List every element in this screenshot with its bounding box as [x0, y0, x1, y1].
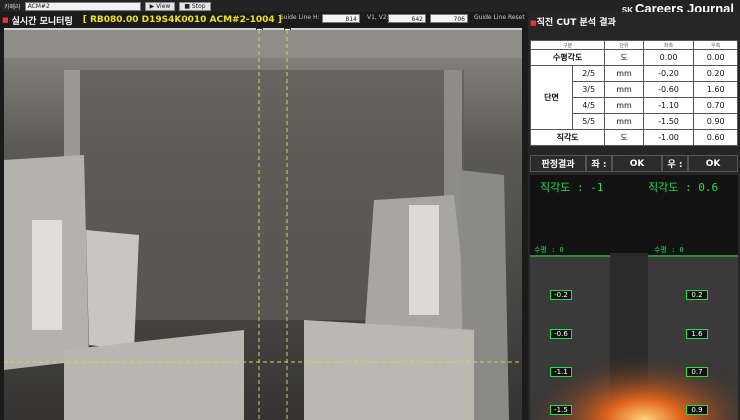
- header-left: 좌측: [642, 40, 695, 50]
- row-sub: 5/5: [571, 113, 606, 130]
- row-group: 수평각도: [529, 49, 606, 66]
- judgement-right-label: 우 :: [662, 155, 688, 172]
- h-input[interactable]: 814: [322, 14, 360, 23]
- row-right: 1.60: [693, 81, 738, 98]
- bullet-icon: ■: [2, 16, 9, 24]
- row-left: 0.00: [642, 49, 695, 66]
- row-unit: 도: [604, 49, 644, 66]
- row-sub: 2/5: [571, 65, 606, 82]
- row-left: -0.60: [642, 81, 695, 98]
- left-tag: -1.5: [550, 405, 572, 415]
- row-left: -1.00: [642, 129, 695, 146]
- table-row: 단면 2/5 mm -0.20 0.20: [530, 65, 738, 130]
- row-group: 직각도: [529, 129, 606, 146]
- row-left: -1.50: [642, 113, 695, 130]
- row-sub: 3/5: [571, 81, 606, 98]
- camera-select[interactable]: ACM#2: [24, 1, 141, 11]
- header-unit: 단위: [604, 40, 644, 50]
- view-button[interactable]: ▶ View: [144, 1, 176, 11]
- left-angle-readout: 직각도 : -1: [540, 181, 604, 194]
- monitor-title: 실시간 모니터링: [11, 16, 73, 27]
- row-left: -1.10: [642, 97, 695, 114]
- left-tag: -0.2: [550, 290, 572, 300]
- row-unit: 도: [604, 129, 644, 146]
- table-header: 구분 단위 좌측 우측: [529, 40, 738, 50]
- row-right: 0.60: [693, 129, 738, 146]
- v1-input[interactable]: 642: [388, 14, 426, 23]
- guide-reset-button[interactable]: Guide Line Reset: [474, 14, 525, 21]
- judgement-bar: 판정결과 좌 : OK 우 : OK: [530, 155, 738, 172]
- camera-scene: [4, 30, 522, 420]
- v-label: V1, V2:: [367, 14, 389, 21]
- row-group: 단면: [530, 65, 573, 130]
- right-tag: 1.6: [686, 329, 708, 339]
- row-left: -0.20: [642, 65, 695, 82]
- row-unit: mm: [604, 113, 644, 130]
- camera-feed[interactable]: [4, 30, 522, 420]
- judgement-label: 판정결과: [530, 155, 586, 172]
- row-unit: mm: [604, 65, 644, 82]
- header-right: 우측: [693, 40, 738, 50]
- judgement-left-label: 좌 :: [586, 155, 612, 172]
- row-unit: mm: [604, 81, 644, 98]
- row-right: 0.90: [693, 113, 738, 130]
- analysis-panel: ■직전 CUT 분석 결과 구분 단위 좌측 우측 수평각도 도 0.00 0.…: [528, 12, 740, 420]
- judgement-left-value: OK: [612, 155, 662, 172]
- row-right: 0.20: [693, 65, 738, 82]
- right-tag: 0.2: [686, 290, 708, 300]
- stop-button[interactable]: ■ Stop: [179, 1, 211, 11]
- judgement-right-value: OK: [688, 155, 738, 172]
- right-tag: 0.7: [686, 367, 708, 377]
- right-level-readout: 수평 : 0: [654, 246, 684, 254]
- right-tag: 0.9: [686, 405, 708, 415]
- v2-input[interactable]: 706: [430, 14, 468, 23]
- thermal-view: 직각도 : -1 직각도 : 0.6 수평 : 0 수평 : 0 -0.2 -0…: [530, 175, 738, 420]
- row-right: 0.00: [693, 49, 738, 66]
- guide-line-label: Guide Line: [279, 14, 312, 21]
- table-row: 수평각도 도 0.00 0.00: [529, 49, 738, 66]
- left-level-readout: 수평 : 0: [534, 246, 564, 254]
- h-label: H:: [313, 14, 320, 21]
- camera-label: 카메라: [4, 3, 21, 11]
- product-code: [ RB080.00 D19S4K0010 ACM#2-1004 ]: [82, 15, 282, 25]
- row-unit: mm: [604, 97, 644, 114]
- header-category: 구분: [529, 40, 606, 50]
- right-angle-readout: 직각도 : 0.6: [648, 181, 719, 194]
- analysis-title: ■직전 CUT 분석 결과: [530, 18, 616, 28]
- table-row: 직각도 도 -1.00 0.60: [529, 129, 738, 146]
- row-sub: 4/5: [571, 97, 606, 114]
- left-tag: -0.6: [550, 329, 572, 339]
- left-tag: -1.1: [550, 367, 572, 377]
- row-right: 0.70: [693, 97, 738, 114]
- analysis-table: 구분 단위 좌측 우측 수평각도 도 0.00 0.00 단면 2/5 mm -…: [529, 40, 738, 146]
